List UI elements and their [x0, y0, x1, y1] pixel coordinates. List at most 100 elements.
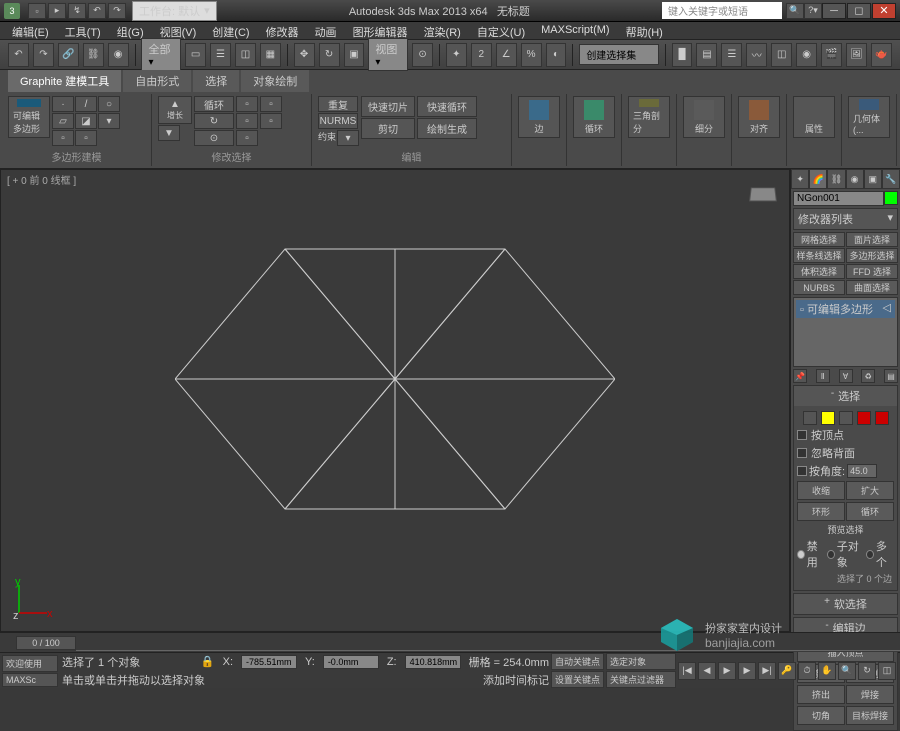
prev-frame-button[interactable]: ◀: [698, 662, 716, 680]
z-coord-input[interactable]: 410.818mm: [405, 655, 461, 669]
misc-button-2[interactable]: ▫: [75, 130, 97, 146]
mod-ffd-select[interactable]: FFD 选择: [846, 264, 898, 279]
redo-icon[interactable]: ↷: [33, 43, 54, 67]
geom-panel-button[interactable]: 几何体 (...: [848, 96, 890, 138]
menu-views[interactable]: 视图(V): [152, 22, 205, 39]
menu-create[interactable]: 创建(C): [204, 22, 257, 39]
undo-icon[interactable]: ↶: [8, 43, 29, 67]
quickslice-button[interactable]: 快速切片: [361, 96, 415, 117]
grow-sel-button[interactable]: 扩大: [846, 481, 894, 500]
modify-tab[interactable]: 🌈: [809, 169, 827, 189]
mod-spline-select[interactable]: 样条线选择: [793, 248, 845, 263]
repeat-button[interactable]: 重复: [318, 96, 358, 112]
nurms-button[interactable]: NURMS: [318, 113, 358, 129]
play-button[interactable]: ▶: [718, 662, 736, 680]
schematic-icon[interactable]: ◫: [771, 43, 792, 67]
misc-button-1[interactable]: ▫: [52, 130, 74, 146]
bind-icon[interactable]: ◉: [108, 43, 129, 67]
subobj-element[interactable]: [875, 411, 889, 425]
auto-key-button[interactable]: 自动关键点: [551, 653, 604, 670]
maxscript-mini[interactable]: MAXSc: [2, 673, 58, 687]
display-tab[interactable]: ▣: [864, 169, 882, 189]
search-icon[interactable]: 🔍: [786, 3, 804, 19]
modifier-stack[interactable]: ▫ 可编辑多边形◁: [793, 297, 898, 367]
set-key-button[interactable]: 设置关键点: [551, 671, 604, 688]
y-coord-input[interactable]: -0.0mm: [323, 655, 379, 669]
render-setup-icon[interactable]: 🎬: [821, 43, 842, 67]
percent-snap-icon[interactable]: %: [521, 43, 542, 67]
subobj-edge-active[interactable]: [821, 411, 835, 425]
maximize-vp-button[interactable]: ◫: [878, 662, 896, 680]
time-tag-button[interactable]: 添加时间标记: [483, 672, 549, 688]
mod-poly-select[interactable]: 多边形选择: [846, 248, 898, 263]
align-panel-button[interactable]: 对齐: [738, 96, 780, 138]
edge-mode-button[interactable]: /: [75, 96, 97, 112]
vertex-mode-button[interactable]: ·: [52, 96, 74, 112]
selection-filter-dropdown[interactable]: 全部 ▾: [141, 38, 181, 71]
time-config-button[interactable]: ⏱: [798, 662, 816, 680]
subdiv-panel-button[interactable]: 细分: [683, 96, 725, 138]
element-mode-button[interactable]: ◪: [75, 113, 97, 129]
open-btn[interactable]: ▸: [48, 3, 66, 19]
loop-button[interactable]: 循环: [194, 96, 234, 112]
snap-toggle-icon[interactable]: 2: [471, 43, 492, 67]
selected-obj-dd[interactable]: 选定对象: [606, 653, 676, 670]
cut-button[interactable]: 剪切: [361, 118, 415, 139]
ring-button[interactable]: ↻: [194, 113, 234, 129]
rollout-soft-head[interactable]: + 软选择: [794, 594, 897, 614]
named-selection-input[interactable]: 创建选择集: [579, 44, 658, 65]
goto-end-button[interactable]: ▶|: [758, 662, 776, 680]
subobj-border[interactable]: [839, 411, 853, 425]
undo-btn[interactable]: ↶: [88, 3, 106, 19]
edge-panel-button[interactable]: 边: [518, 96, 560, 138]
shrink-button[interactable]: ▼: [158, 125, 180, 141]
mod-surf-select[interactable]: 曲面选择: [846, 280, 898, 295]
viewport-label[interactable]: [ + 0 前 0 线框 ]: [7, 172, 76, 187]
minimize-button[interactable]: ─: [822, 3, 846, 19]
menu-animation[interactable]: 动画: [307, 22, 345, 39]
viewport[interactable]: [ + 0 前 0 线框 ] y x z: [0, 169, 790, 632]
menu-help[interactable]: 帮助(H): [618, 22, 671, 39]
pivot-icon[interactable]: ⊙: [412, 43, 433, 67]
object-color-swatch[interactable]: [884, 191, 898, 205]
mod-nurbs[interactable]: NURBS: [793, 280, 845, 295]
key-filter-button[interactable]: 关键点过滤器: [606, 671, 676, 688]
by-vertex-check[interactable]: [797, 430, 807, 440]
stack-editable-poly[interactable]: ▫ 可编辑多边形◁: [796, 300, 895, 318]
timeline-ruler[interactable]: [76, 635, 900, 651]
props-panel-button[interactable]: 属性: [793, 96, 835, 138]
move-icon[interactable]: ✥: [294, 43, 315, 67]
lock-icon[interactable]: 🔒: [201, 655, 215, 668]
ribbon-tab-paint[interactable]: 对象绘制: [241, 70, 309, 92]
material-editor-icon[interactable]: ◉: [796, 43, 817, 67]
welcome-button[interactable]: 欢迎使用: [2, 655, 58, 672]
menu-graph[interactable]: 图形编辑器: [345, 22, 416, 39]
select-name-icon[interactable]: ☰: [210, 43, 231, 67]
ribbon-tab-selection[interactable]: 选择: [193, 70, 239, 92]
close-button[interactable]: ✕: [872, 3, 896, 19]
menu-tools[interactable]: 工具(T): [57, 22, 109, 39]
render-icon[interactable]: 🫖: [871, 43, 892, 67]
subobj-poly[interactable]: [857, 411, 871, 425]
by-angle-check[interactable]: [797, 466, 807, 476]
loop-tool-4[interactable]: ▫: [260, 96, 282, 112]
border-mode-button[interactable]: ○: [98, 96, 120, 112]
menu-maxscript[interactable]: MAXScript(M): [533, 22, 617, 39]
menu-modifiers[interactable]: 修改器: [258, 22, 307, 39]
modifier-list-dropdown[interactable]: 修改器列表▾: [793, 208, 898, 230]
orbit-button[interactable]: ↻: [858, 662, 876, 680]
save-btn[interactable]: ↯: [68, 3, 86, 19]
angle-spinner[interactable]: 45.0: [847, 464, 877, 478]
mod-mesh-select[interactable]: 网格选择: [793, 232, 845, 247]
pan-view-button[interactable]: ✋: [818, 662, 836, 680]
select-region-icon[interactable]: ◫: [235, 43, 256, 67]
create-tab[interactable]: ✦: [791, 169, 809, 189]
menu-render[interactable]: 渲染(R): [416, 22, 469, 39]
zoom-button[interactable]: 🔍: [838, 662, 856, 680]
preview-sub-radio[interactable]: [827, 550, 835, 559]
tri-panel-button[interactable]: 三角剖分: [628, 96, 670, 138]
menu-custom[interactable]: 自定义(U): [469, 22, 533, 39]
loop-panel-button[interactable]: 循环: [573, 96, 615, 138]
target-weld-button[interactable]: 目标焊接: [846, 706, 894, 725]
constraint-dd[interactable]: ▾: [337, 130, 359, 146]
